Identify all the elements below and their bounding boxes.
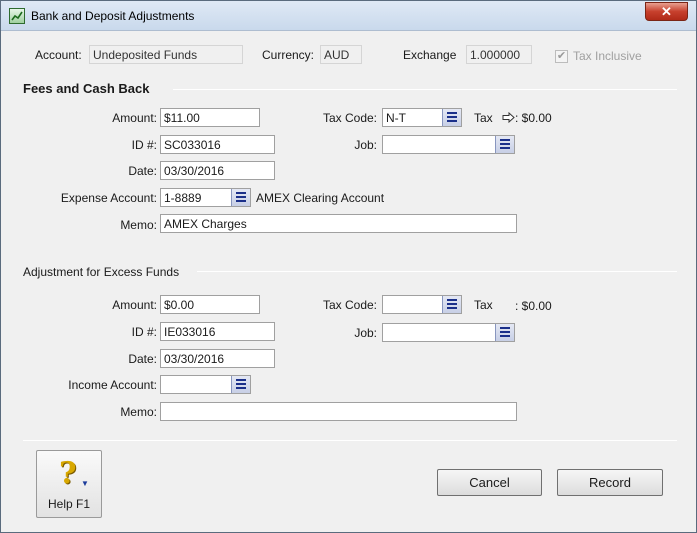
help-question-icon: ? [59,456,77,491]
exchange-label: Exchange [403,48,457,62]
fees-date-input[interactable]: 03/30/2016 [160,161,275,180]
excess-tax-label: Tax [474,298,493,312]
account-field: Undeposited Funds [89,45,243,64]
app-chart-icon [9,8,25,24]
excess-job-select[interactable] [382,323,515,342]
fees-tax-value: : $0.00 [515,111,552,125]
excess-id-label: ID #: [131,325,157,339]
excess-tax-value: : $0.00 [515,299,552,313]
fees-job-select[interactable] [382,135,515,154]
close-button[interactable]: ✕ [645,2,688,21]
dropdown-arrow-icon: ▼ [81,479,89,488]
fees-tax-code-value: N-T [386,111,406,125]
help-button-label: Help F1 [47,497,91,511]
fees-date-label: Date: [128,164,157,178]
fees-amount-label: Amount: [112,111,157,125]
excess-amount-label: Amount: [112,298,157,312]
fees-memo-label: Memo: [120,218,157,232]
excess-section-divider [197,271,677,272]
excess-memo-label: Memo: [120,405,157,419]
fees-tax-code-select[interactable]: N-T [382,108,462,127]
list-icon[interactable] [442,109,461,126]
expense-account-label: Expense Account: [60,191,157,205]
excess-section-title: Adjustment for Excess Funds [23,265,180,279]
currency-field: AUD [320,45,362,64]
fees-id-label: ID #: [131,138,157,152]
help-button[interactable]: ? ▼ Help F1 [36,450,102,518]
excess-memo-input[interactable] [160,402,517,421]
list-icon[interactable] [442,296,461,313]
footer-divider [23,440,677,441]
fees-id-input[interactable]: SC033016 [160,135,275,154]
fees-tax-label: Tax [474,111,493,125]
excess-tax-code-label: Tax Code: [322,298,377,312]
fees-section-divider [173,89,677,90]
tax-inclusive-checkbox[interactable]: ✔ [555,50,568,63]
account-label: Account: [35,48,82,62]
fees-memo-input[interactable]: AMEX Charges [160,214,517,233]
list-icon[interactable] [495,324,514,341]
excess-date-input[interactable]: 03/30/2016 [160,349,275,368]
title-bar[interactable]: Bank and Deposit Adjustments ✕ [1,1,696,31]
tax-inclusive-label: Tax Inclusive [573,49,642,63]
income-account-label: Income Account: [68,378,157,392]
expense-account-select[interactable]: 1-8889 [160,188,251,207]
dialog-body: Account: Undeposited Funds Currency: AUD… [7,32,691,527]
dialog-window: Bank and Deposit Adjustments ✕ Account: … [0,0,697,533]
fees-tax-code-label: Tax Code: [322,111,377,125]
fees-section-title: Fees and Cash Back [23,81,150,96]
excess-job-label: Job: [354,326,377,340]
fees-amount-input[interactable]: $11.00 [160,108,260,127]
window-title: Bank and Deposit Adjustments [31,9,195,23]
excess-id-input[interactable]: IE033016 [160,322,275,341]
record-button[interactable]: Record [557,469,663,496]
expense-account-name: AMEX Clearing Account [256,191,385,205]
cancel-button[interactable]: Cancel [437,469,542,496]
excess-date-label: Date: [128,352,157,366]
income-account-select[interactable] [160,375,251,394]
exchange-field: 1.000000 [466,45,532,64]
excess-amount-input[interactable]: $0.00 [160,295,260,314]
excess-tax-code-select[interactable] [382,295,462,314]
currency-label: Currency: [262,48,315,62]
list-icon[interactable] [231,376,250,393]
list-icon[interactable] [495,136,514,153]
expense-account-value: 1-8889 [164,191,202,205]
tax-arrow-icon[interactable] [502,112,515,123]
list-icon[interactable] [231,189,250,206]
fees-job-label: Job: [354,138,377,152]
